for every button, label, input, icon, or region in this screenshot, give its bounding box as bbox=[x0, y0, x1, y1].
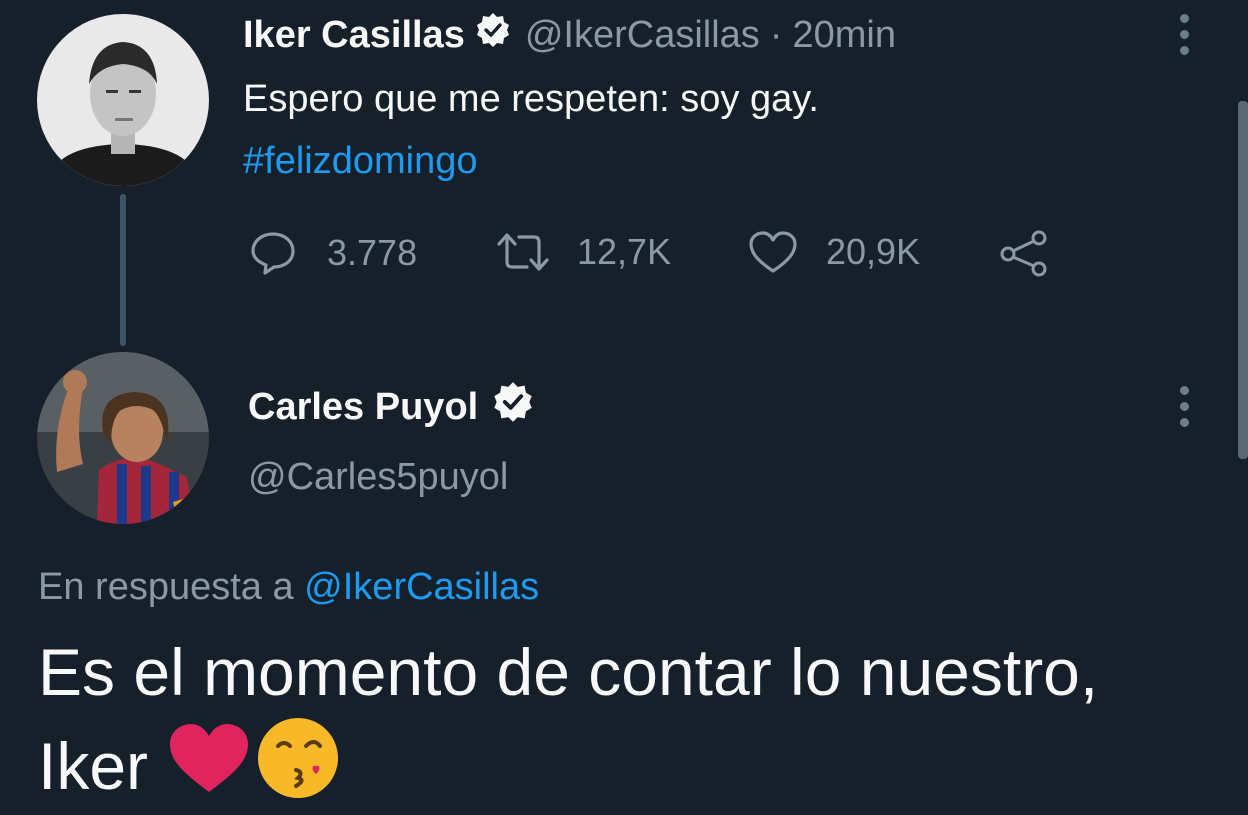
reply-to-handle[interactable]: @IkerCasillas bbox=[304, 566, 539, 608]
reply-text-line2: Iker bbox=[38, 728, 149, 803]
tweet-text: Espero que me respeten: soy gay. bbox=[243, 78, 819, 120]
reply-author-name[interactable]: Carles Puyol bbox=[248, 386, 478, 429]
tweet-hashtag[interactable]: #felizdomingo bbox=[243, 140, 477, 183]
casillas-avatar[interactable] bbox=[37, 14, 209, 186]
like-icon bbox=[748, 230, 798, 274]
meta-separator: · bbox=[769, 13, 783, 56]
retweet-icon bbox=[495, 230, 551, 274]
reply-count: 3.778 bbox=[327, 232, 418, 273]
puyol-avatar[interactable] bbox=[37, 352, 209, 524]
reply-button[interactable]: 3.778 bbox=[249, 230, 417, 276]
verified-badge-icon bbox=[475, 12, 511, 58]
scrollbar[interactable] bbox=[1238, 101, 1248, 459]
share-icon bbox=[998, 228, 1050, 278]
reply-handle[interactable]: @Carles5puyol bbox=[248, 456, 508, 499]
reply-icon bbox=[249, 230, 297, 276]
like-button[interactable]: 20,9K bbox=[748, 230, 920, 274]
like-count: 20,9K bbox=[826, 231, 921, 272]
tweet-author-name[interactable]: Iker Casillas bbox=[243, 14, 465, 57]
red-heart-emoji-icon bbox=[168, 722, 250, 809]
retweet-button[interactable]: 12,7K bbox=[495, 230, 671, 274]
thread-connector bbox=[120, 194, 126, 346]
reply-to-label: En respuesta a bbox=[38, 566, 294, 608]
share-button[interactable] bbox=[998, 228, 1050, 278]
more-options-icon[interactable] bbox=[1180, 14, 1189, 55]
tweet-handle[interactable]: @IkerCasillas bbox=[525, 14, 760, 57]
verified-badge-icon bbox=[492, 381, 534, 433]
more-options-icon[interactable] bbox=[1180, 386, 1189, 427]
reply-text-line1: Es el momento de contar lo nuestro, bbox=[38, 635, 1099, 709]
face-blowing-kiss-emoji-icon bbox=[256, 716, 340, 815]
tweet-time[interactable]: 20min bbox=[792, 14, 896, 57]
retweet-count: 12,7K bbox=[577, 231, 672, 272]
